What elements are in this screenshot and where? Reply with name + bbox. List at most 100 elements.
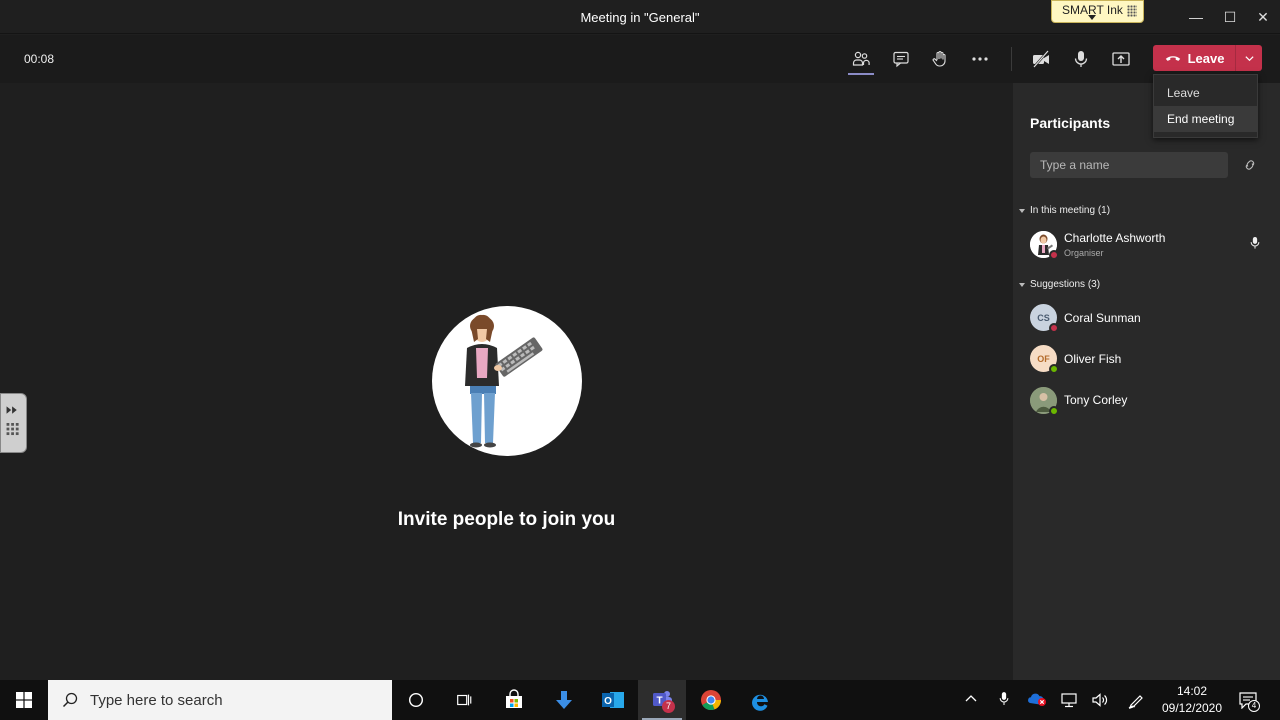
svg-text:O: O bbox=[604, 696, 612, 707]
menu-item-end-meeting[interactable]: End meeting bbox=[1154, 106, 1257, 132]
suggestion-name: Tony Corley bbox=[1064, 393, 1128, 407]
meeting-controls: 00:08 Leave bbox=[0, 35, 1280, 83]
status-badge bbox=[1049, 364, 1059, 374]
participant-role: Organiser bbox=[1064, 248, 1104, 258]
pen-icon bbox=[1128, 695, 1143, 709]
camera-toggle-button[interactable] bbox=[1027, 47, 1055, 71]
meeting-stage: Invite people to join you bbox=[0, 83, 1013, 680]
network-status[interactable] bbox=[1060, 692, 1078, 713]
invite-illustration bbox=[432, 306, 582, 456]
search-placeholder: Type here to search bbox=[90, 691, 223, 709]
panel-title: Participants bbox=[1030, 115, 1111, 131]
suggestion-row[interactable]: OF Oliver Fish bbox=[1030, 345, 1270, 379]
suggestion-name: Coral Sunman bbox=[1064, 311, 1141, 325]
invite-heading: Invite people to join you bbox=[397, 509, 616, 530]
maximize-button[interactable]: ☐ bbox=[1218, 6, 1242, 28]
show-participants-button[interactable] bbox=[847, 47, 875, 71]
in-meeting-section-header[interactable]: In this meeting (1) bbox=[1019, 205, 1110, 216]
teams-notification-badge: 7 bbox=[662, 700, 675, 713]
windows-taskbar: Type here to search O T 7 4 14:02 09/12/… bbox=[0, 680, 1280, 720]
in-meeting-label: In this meeting (1) bbox=[1030, 205, 1111, 216]
task-view-icon bbox=[457, 694, 472, 706]
more-icon bbox=[972, 57, 988, 61]
outlook-app[interactable]: O bbox=[589, 680, 637, 720]
active-indicator bbox=[848, 73, 874, 75]
raise-hand-button[interactable] bbox=[926, 47, 954, 71]
chrome-app[interactable] bbox=[687, 680, 735, 720]
status-badge bbox=[1049, 250, 1059, 260]
action-center-button[interactable]: 4 bbox=[1238, 691, 1260, 714]
cortana-button[interactable] bbox=[392, 680, 440, 720]
microphone-icon bbox=[1250, 237, 1260, 249]
menu-item-leave[interactable]: Leave bbox=[1154, 80, 1257, 106]
share-screen-button[interactable] bbox=[1107, 47, 1135, 71]
camera-off-icon bbox=[1033, 50, 1049, 68]
suggestions-label: Suggestions (3) bbox=[1030, 279, 1101, 290]
clock-date[interactable]: 09/12/2020 bbox=[1160, 701, 1224, 715]
leave-label: Leave bbox=[1187, 50, 1225, 66]
suggestions-section-header[interactable]: Suggestions (3) bbox=[1019, 279, 1100, 290]
taskbar-search[interactable]: Type here to search bbox=[48, 680, 392, 720]
show-conversation-button[interactable] bbox=[887, 47, 915, 71]
status-badge bbox=[1049, 323, 1059, 333]
chevron-up-icon bbox=[965, 695, 977, 702]
close-button[interactable]: ✕ bbox=[1251, 6, 1275, 28]
clock-time[interactable]: 14:02 bbox=[1177, 684, 1207, 698]
downloads-app[interactable] bbox=[540, 680, 588, 720]
status-badge bbox=[1049, 406, 1059, 416]
collapse-icon bbox=[1019, 208, 1025, 213]
microphone-icon bbox=[1074, 51, 1088, 67]
participants-panel: Participants In this meeting (1) Charlot… bbox=[1013, 83, 1280, 680]
show-hidden-icons-button[interactable] bbox=[964, 692, 978, 711]
teams-app[interactable]: T 7 bbox=[638, 680, 686, 720]
title-bar: Meeting in "General" SMART Ink — ☐ ✕ bbox=[0, 0, 1280, 34]
leave-options-button[interactable] bbox=[1235, 45, 1262, 71]
notification-count: 4 bbox=[1248, 700, 1260, 712]
hand-icon bbox=[932, 50, 946, 67]
people-icon bbox=[852, 51, 870, 66]
tray-microphone[interactable] bbox=[998, 691, 1010, 712]
search-icon bbox=[62, 692, 78, 708]
minimize-button[interactable]: — bbox=[1184, 6, 1208, 28]
person-with-keyboard-illustration bbox=[465, 314, 543, 448]
call-timer: 00:08 bbox=[24, 52, 55, 66]
smart-side-panel-handle[interactable] bbox=[0, 393, 27, 453]
edge-app[interactable] bbox=[736, 680, 784, 720]
windows-logo-icon bbox=[16, 692, 32, 708]
expand-icon bbox=[6, 406, 19, 436]
volume-control[interactable] bbox=[1091, 692, 1109, 713]
chevron-down-icon bbox=[1244, 55, 1254, 61]
start-button[interactable] bbox=[0, 680, 48, 720]
onedrive-status[interactable] bbox=[1027, 691, 1047, 712]
speaker-icon bbox=[1092, 693, 1108, 707]
microphone-icon bbox=[999, 692, 1009, 705]
mic-toggle-button[interactable] bbox=[1067, 47, 1095, 71]
leave-menu: Leave End meeting bbox=[1153, 74, 1258, 138]
pen-workspace[interactable] bbox=[1127, 691, 1145, 714]
grip-icon[interactable] bbox=[1127, 5, 1137, 17]
chat-icon bbox=[893, 51, 909, 68]
suggestion-row[interactable]: CS Coral Sunman bbox=[1030, 304, 1270, 338]
onedrive-error-icon bbox=[1028, 693, 1046, 706]
suggestion-row[interactable]: Tony Corley bbox=[1030, 387, 1270, 421]
participant-row[interactable]: Charlotte Ashworth Organiser bbox=[1030, 231, 1270, 265]
suggestion-name: Oliver Fish bbox=[1064, 352, 1122, 366]
leave-button[interactable]: Leave bbox=[1153, 45, 1235, 71]
system-tray: 4 bbox=[960, 680, 1280, 720]
share-screen-icon bbox=[1112, 52, 1130, 66]
edge-icon bbox=[752, 694, 768, 711]
participant-name: Charlotte Ashworth bbox=[1064, 231, 1166, 245]
smart-ink-toolbar[interactable]: SMART Ink bbox=[1051, 0, 1144, 23]
network-icon bbox=[1061, 693, 1077, 708]
invite-search-input[interactable] bbox=[1030, 152, 1228, 178]
share-link-icon[interactable] bbox=[1242, 157, 1258, 173]
divider bbox=[1011, 47, 1012, 71]
store-app[interactable] bbox=[490, 680, 538, 720]
hang-up-icon bbox=[1165, 56, 1180, 61]
collapse-icon bbox=[1019, 282, 1025, 287]
download-icon bbox=[556, 691, 572, 709]
chrome-icon bbox=[701, 690, 722, 711]
more-actions-button[interactable] bbox=[966, 47, 994, 71]
cortana-icon bbox=[408, 692, 424, 708]
task-view-button[interactable] bbox=[440, 680, 488, 720]
